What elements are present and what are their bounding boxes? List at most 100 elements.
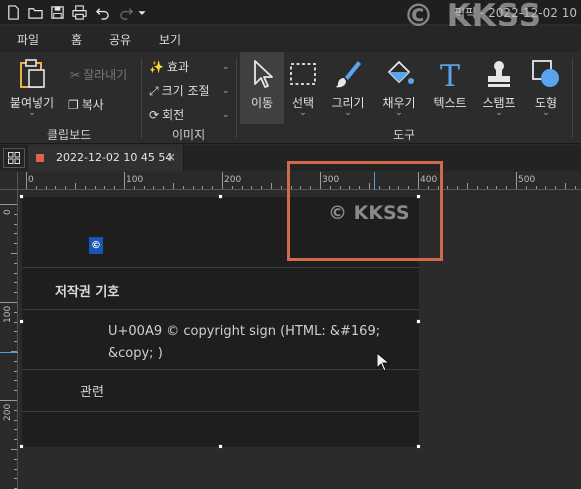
ruler-tick (192, 186, 194, 189)
ruler-label: 0 (3, 209, 13, 215)
canvas[interactable]: © KKSS © 저작권 기호 U+00A9 © copyright sign … (18, 161, 581, 489)
resize-handle[interactable] (416, 319, 421, 324)
ruler-label: 200 (224, 175, 242, 185)
draw-tool-chevron-icon: ⌄ (344, 108, 352, 118)
row-divider (22, 309, 419, 310)
tab-home[interactable]: 홈 (68, 31, 85, 54)
window-title: 픽픽 - 2022-12-02 10 (454, 6, 577, 20)
ruler-tick (14, 311, 17, 313)
fill-tool-button[interactable]: 채우기 ⌄ (377, 52, 421, 124)
effect-label: 효과 (166, 60, 190, 74)
vertical-ruler: 0 100 200 (0, 190, 18, 489)
select-tool-button[interactable]: 선택 ⌄ (281, 52, 325, 124)
ruler-tick (14, 478, 17, 480)
ruler-tick (14, 223, 17, 225)
ruler-tick (14, 243, 17, 245)
unsaved-dot-icon (36, 154, 44, 162)
resize-handle[interactable] (19, 444, 24, 449)
text-t-icon: T (440, 59, 460, 90)
new-file-icon[interactable] (4, 3, 22, 21)
undo-icon[interactable] (93, 3, 111, 21)
ruler-tick (231, 186, 233, 189)
ribbon-separator (236, 58, 237, 138)
shape-tool-button[interactable]: 도형 ⌄ (524, 52, 568, 124)
ruler-tick (506, 186, 508, 189)
move-tool-label: 이동 (250, 96, 274, 110)
tab-share[interactable]: 공유 (109, 31, 131, 48)
ruler-tick (0, 302, 17, 303)
grid-view-button[interactable] (3, 148, 25, 168)
ruler-cursor-guide (0, 352, 18, 353)
mouse-pointer-icon (376, 352, 390, 372)
rotate-button[interactable]: ⟳ 회전 (149, 106, 184, 123)
menu-bar: 파일 홈 공유 보기 (0, 26, 581, 54)
ruler-tick (496, 186, 498, 189)
svg-text:T: T (440, 59, 460, 90)
ruler-tick (574, 186, 576, 189)
clipboard-icon (20, 59, 45, 88)
redo-icon[interactable] (117, 3, 135, 21)
paste-button[interactable]: 붙여넣기 ⌄ (6, 52, 58, 124)
effect-chevron-icon[interactable]: ⌄ (222, 62, 230, 72)
print-icon[interactable] (70, 3, 88, 21)
save-icon[interactable] (48, 3, 66, 21)
ruler-corner (0, 172, 18, 190)
selection-rectangle[interactable] (287, 161, 443, 261)
ruler-tick (14, 331, 17, 333)
close-tab-icon[interactable]: × (166, 150, 176, 164)
symbol-description: U+00A9 © copyright sign (HTML: &#169; &c… (108, 324, 381, 361)
tab-view[interactable]: 보기 (159, 31, 181, 48)
ruler-tick (163, 186, 165, 189)
ruler-tick (565, 183, 566, 189)
row-divider (22, 369, 419, 370)
row-divider (22, 411, 419, 412)
cut-label: 잘라내기 (83, 68, 128, 82)
rotate-chevron-icon[interactable]: ⌄ (222, 110, 230, 120)
ruler-tick (525, 186, 527, 189)
ruler-tick (555, 186, 557, 189)
dashed-select-icon (290, 63, 316, 85)
resize-chevron-icon[interactable]: ⌄ (222, 86, 230, 96)
ruler-tick (14, 282, 17, 284)
ruler-tick (94, 186, 96, 189)
text-tool-button[interactable]: T 텍스트 (428, 52, 472, 124)
ruler-tick (14, 262, 17, 264)
ruler-label: 500 (518, 175, 536, 185)
rotate-label: 회전 (162, 108, 185, 122)
related-label: 관련 (80, 385, 104, 400)
resize-handle[interactable] (218, 444, 223, 449)
grid-icon (8, 152, 20, 164)
ribbon-separator (572, 58, 573, 138)
title-bar: © KKSS 픽픽 - 2022-12-02 10 (0, 0, 581, 34)
quick-access-dropdown-icon[interactable] (136, 3, 148, 21)
copy-label: 복사 (81, 98, 104, 112)
ruler-tick (486, 186, 488, 189)
draw-tool-button[interactable]: 그리기 ⌄ (326, 52, 370, 124)
effect-button[interactable]: ✨ 효과 (149, 58, 189, 75)
ruler-tick (14, 341, 17, 343)
resize-handle[interactable] (19, 194, 24, 199)
resize-button[interactable]: ⤢ 크기 조절 (149, 82, 210, 99)
ruler-tick (143, 186, 145, 189)
document-tab[interactable]: 2022-12-02 10 45 54 × (28, 145, 184, 171)
resize-handle[interactable] (218, 194, 223, 199)
ruler-tick (14, 272, 17, 274)
ruler-tick (0, 400, 17, 401)
ruler-tick (14, 360, 17, 362)
tab-file[interactable]: 파일 (17, 31, 39, 48)
stamp-tool-button[interactable]: 스탬프 ⌄ (477, 52, 521, 124)
move-tool-button[interactable]: 이동 (240, 52, 284, 124)
cut-button[interactable]: ✂ 잘라내기 (70, 66, 127, 83)
ruler-tick (261, 186, 263, 189)
ruler-tick (26, 172, 27, 189)
resize-handle[interactable] (416, 444, 421, 449)
ruler-tick (14, 439, 17, 441)
open-folder-icon[interactable] (26, 3, 44, 21)
copy-button[interactable]: ❐ 복사 (68, 96, 104, 113)
ruler-label: 0 (28, 175, 34, 185)
ruler-tick (173, 183, 174, 189)
select-tool-chevron-icon: ⌄ (299, 108, 307, 118)
ribbon: 붙여넣기 ⌄ ✂ 잘라내기 ❐ 복사 클립보드 ✨ 효과 ⌄ ⤢ 크기 조절 ⌄ ⟳ 회전… (0, 52, 581, 144)
resize-handle[interactable] (19, 319, 24, 324)
text-tool-label: 텍스트 (433, 96, 467, 110)
